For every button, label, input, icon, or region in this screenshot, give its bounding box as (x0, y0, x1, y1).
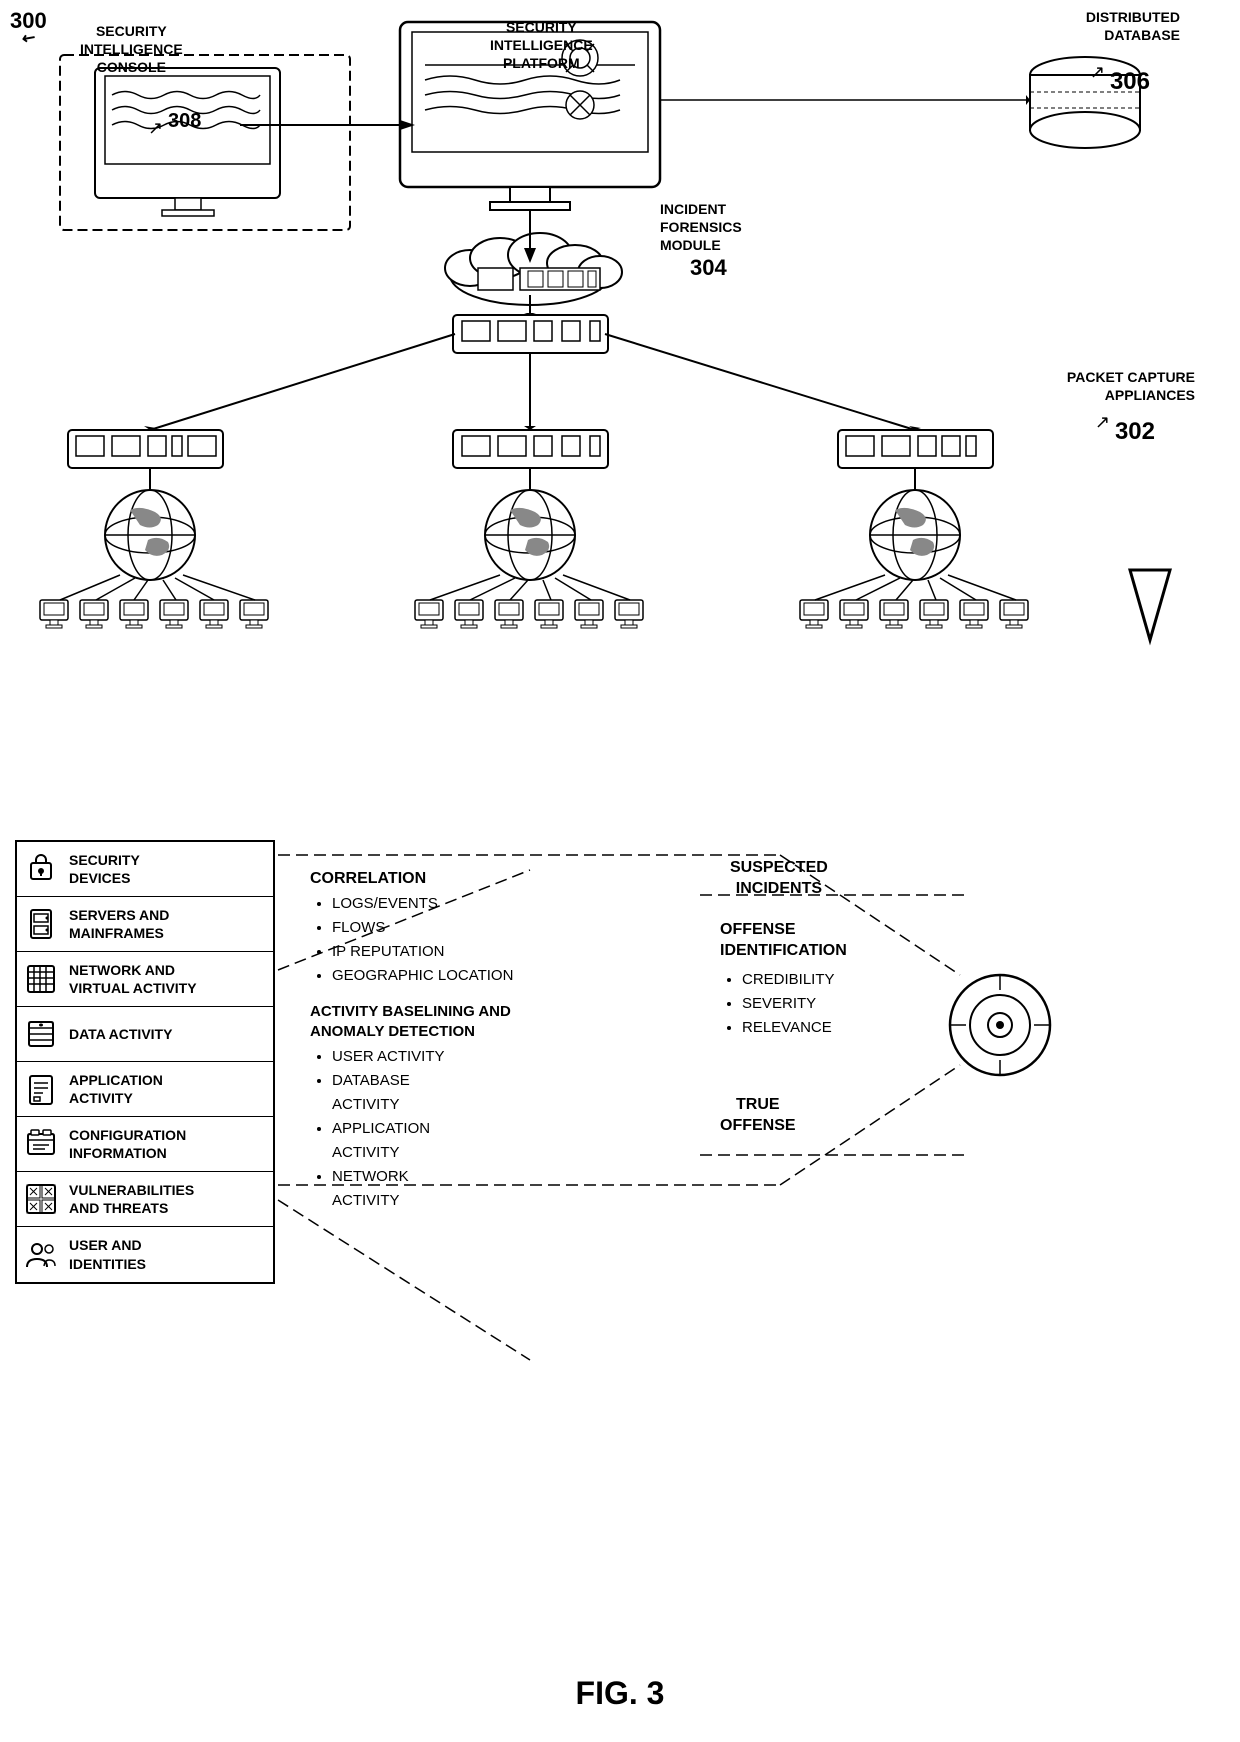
correlation-item-2: FLOWS (332, 916, 650, 940)
legend-item-data-activity: DATA ACTIVITY (17, 1007, 273, 1062)
legend-item-application-activity: APPLICATIONACTIVITY (17, 1062, 273, 1117)
application-activity-label: APPLICATIONACTIVITY (69, 1071, 163, 1107)
data-activity-label: DATA ACTIVITY (69, 1025, 172, 1043)
security-devices-icon (23, 851, 59, 887)
pca-arrow: ↗ (1095, 412, 1110, 433)
baselining-title: ACTIVITY BASELINING ANDANOMALY DETECTION (310, 1002, 650, 1041)
true-offense-label: TRUEOFFENSE (720, 1095, 796, 1137)
sip-label: SECURITYINTELLIGENCEPLATFORM (490, 18, 593, 73)
baselining-item-2: DATABASEACTIVITY (332, 1069, 650, 1117)
pca-number: 302 (1115, 418, 1155, 446)
legend-box: SECURITYDEVICES SERVERS ANDMAINFRAMES (15, 840, 275, 1284)
data-activity-icon (23, 1016, 59, 1052)
ifm-label: INCIDENTFORENSICSMODULE (660, 200, 742, 255)
correlation-item-3: IP REPUTATION (332, 940, 650, 964)
baselining-item-4: NETWORKACTIVITY (332, 1165, 650, 1213)
vulnerabilities-threats-icon (23, 1181, 59, 1217)
offense-title: OFFENSEIDENTIFICATION (720, 920, 980, 962)
pca-label: PACKET CAPTUREAPPLIANCES (1067, 368, 1195, 404)
console-number: 308 (168, 110, 201, 133)
dd-number: 306 (1110, 68, 1150, 96)
servers-mainframes-label: SERVERS ANDMAINFRAMES (69, 906, 169, 942)
console-arrow: ↗ (148, 118, 163, 139)
security-devices-label: SECURITYDEVICES (69, 851, 140, 887)
configuration-info-icon (23, 1126, 59, 1162)
baselining-item-3: APPLICATIONACTIVITY (332, 1117, 650, 1165)
correlation-block: CORRELATION LOGS/EVENTS FLOWS IP REPUTAT… (310, 870, 650, 1213)
correlation-item-1: LOGS/EVENTS (332, 892, 650, 916)
servers-mainframes-icon (23, 906, 59, 942)
offense-item-1: CREDIBILITY (742, 968, 980, 992)
user-identities-label: USER ANDIDENTITIES (69, 1236, 146, 1272)
legend-item-security-devices: SECURITYDEVICES (17, 842, 273, 897)
network-virtual-icon (23, 961, 59, 997)
network-virtual-label: NETWORK ANDVIRTUAL ACTIVITY (69, 961, 197, 997)
offense-list: CREDIBILITY SEVERITY RELEVANCE (742, 968, 980, 1040)
diagram-container: 300 ↙ SECURITYINTELLIGENCECONSOLE 308 ↗ … (0, 0, 1240, 1742)
correlation-item-4: GEOGRAPHIC LOCATION (332, 964, 650, 988)
offense-item-2: SEVERITY (742, 992, 980, 1016)
ifm-number: 304 (690, 255, 727, 281)
legend-item-user-identities: USER ANDIDENTITIES (17, 1227, 273, 1282)
baselining-list: USER ACTIVITY DATABASEACTIVITY APPLICATI… (332, 1045, 650, 1213)
user-identities-icon (23, 1237, 59, 1273)
legend-item-servers-mainframes: SERVERS ANDMAINFRAMES (17, 897, 273, 952)
offense-block: OFFENSEIDENTIFICATION CREDIBILITY SEVERI… (720, 920, 980, 1040)
correlation-title: CORRELATION (310, 870, 650, 888)
correlation-list: LOGS/EVENTS FLOWS IP REPUTATION GEOGRAPH… (332, 892, 650, 988)
legend-item-configuration-info: CONFIGURATIONINFORMATION (17, 1117, 273, 1172)
configuration-info-label: CONFIGURATIONINFORMATION (69, 1126, 186, 1162)
legend-item-network-virtual: NETWORK ANDVIRTUAL ACTIVITY (17, 952, 273, 1007)
offense-item-3: RELEVANCE (742, 1016, 980, 1040)
baselining-item-1: USER ACTIVITY (332, 1045, 650, 1069)
legend-item-vulnerabilities-threats: VULNERABILITIESAND THREATS (17, 1172, 273, 1227)
figure-number-label: FIG. 3 (576, 1675, 665, 1712)
application-activity-icon (23, 1071, 59, 1107)
suspected-incidents-label: SUSPECTEDINCIDENTS (730, 858, 828, 900)
sic-label: SECURITYINTELLIGENCECONSOLE (80, 22, 183, 77)
dd-label: DISTRIBUTEDDATABASE (1086, 8, 1180, 44)
vulnerabilities-threats-label: VULNERABILITIESAND THREATS (69, 1181, 194, 1217)
dd-arrow: ↗ (1090, 62, 1105, 83)
